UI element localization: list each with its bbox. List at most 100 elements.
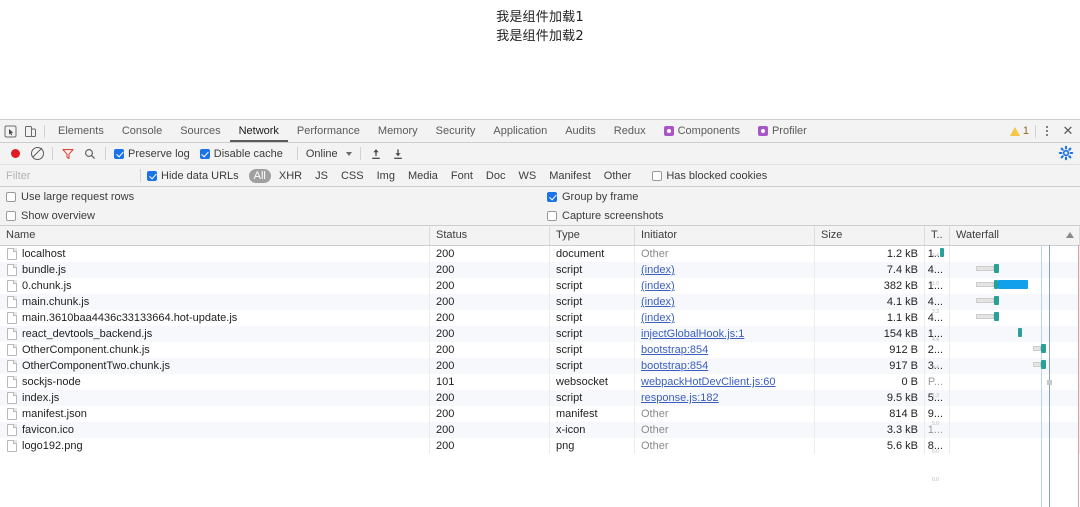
capture-screenshots-checkbox[interactable]: Capture screenshots xyxy=(547,206,664,225)
cell-name[interactable]: react_devtools_backend.js xyxy=(0,326,430,342)
has-blocked-cookies-box[interactable] xyxy=(652,170,663,181)
type-filter-all[interactable]: All xyxy=(248,168,271,183)
cell-name[interactable]: index.js xyxy=(0,390,430,406)
table-row[interactable]: sockjs-node 101 websocket webpackHotDevClie… xyxy=(0,374,1080,390)
cell-initiator[interactable]: injectGlobalHook.js:1 xyxy=(635,326,815,342)
initiator-link[interactable]: (index) xyxy=(641,312,675,324)
table-row[interactable]: OtherComponent.chunk.js 200 script bootstra… xyxy=(0,342,1080,358)
column-header-name[interactable]: Name xyxy=(0,226,430,245)
has-blocked-cookies-checkbox[interactable]: Has blocked cookies xyxy=(652,170,767,182)
table-row[interactable]: main.3610baa4436c33133664.hot-update.js 2… xyxy=(0,310,1080,326)
column-header-initiator[interactable]: Initiator xyxy=(635,226,815,245)
cell-name[interactable]: localhost xyxy=(0,246,430,262)
type-filter-manifest[interactable]: Manifest xyxy=(544,169,596,183)
waterfall-row[interactable] xyxy=(930,357,1080,373)
cell-initiator[interactable]: bootstrap:854 xyxy=(635,342,815,358)
cell-initiator[interactable]: response.js:182 xyxy=(635,390,815,406)
column-header-waterfall[interactable]: Waterfall xyxy=(950,226,1080,245)
table-row[interactable]: logo192.png 200 png Other 5.6 kB 8... xyxy=(0,438,1080,454)
tab-security[interactable]: Security xyxy=(427,121,485,142)
table-row[interactable]: react_devtools_backend.js 200 script inject… xyxy=(0,326,1080,342)
waterfall-row[interactable] xyxy=(930,309,1080,325)
network-settings-gear[interactable] xyxy=(1058,145,1074,161)
clear-button[interactable] xyxy=(26,143,48,164)
export-har-button[interactable] xyxy=(387,143,409,164)
show-overview-checkbox[interactable]: Show overview xyxy=(6,206,134,225)
table-row[interactable]: OtherComponentTwo.chunk.js 200 script boots… xyxy=(0,358,1080,374)
type-filter-doc[interactable]: Doc xyxy=(481,169,511,183)
type-filter-media[interactable]: Media xyxy=(403,169,443,183)
tab-audits[interactable]: Audits xyxy=(556,121,605,142)
waterfall-row[interactable] xyxy=(930,293,1080,309)
table-row[interactable]: localhost 200 document Other 1.2 kB 1... xyxy=(0,246,1080,262)
initiator-link[interactable]: bootstrap:854 xyxy=(641,360,708,372)
table-row[interactable]: 0.chunk.js 200 script (index) 382 kB 1... xyxy=(0,278,1080,294)
table-row[interactable]: main.chunk.js 200 script (index) 4.1 kB 4... xyxy=(0,294,1080,310)
table-row[interactable]: index.js 200 script response.js:182 9.5 kB 5.… xyxy=(0,390,1080,406)
hide-data-urls-box[interactable] xyxy=(147,170,157,181)
hide-data-urls-checkbox[interactable]: Hide data URLs xyxy=(147,170,239,182)
waterfall-row[interactable] xyxy=(930,325,1080,341)
tab-redux[interactable]: Redux xyxy=(605,121,655,142)
record-button[interactable] xyxy=(4,143,26,164)
throttling-dropdown[interactable]: Online xyxy=(302,148,356,160)
type-filter-ws[interactable]: WS xyxy=(513,169,541,183)
table-row[interactable]: manifest.json 200 manifest Other 814 B 9... xyxy=(0,406,1080,422)
tab-performance[interactable]: Performance xyxy=(288,121,369,142)
cell-initiator[interactable]: webpackHotDevClient.js:60 xyxy=(635,374,815,390)
initiator-link[interactable]: bootstrap:854 xyxy=(641,344,708,356)
cell-initiator[interactable]: (index) xyxy=(635,262,815,278)
cell-name[interactable]: main.chunk.js xyxy=(0,294,430,310)
warning-count-chip[interactable]: 1 xyxy=(1006,125,1033,137)
column-header-size[interactable]: Size xyxy=(815,226,925,245)
initiator-link[interactable]: injectGlobalHook.js:1 xyxy=(641,328,744,340)
column-header-status[interactable]: Status xyxy=(430,226,550,245)
capture-screenshots-box[interactable] xyxy=(547,210,557,221)
cell-name[interactable]: favicon.ico xyxy=(0,422,430,438)
cell-initiator[interactable]: bootstrap:854 xyxy=(635,358,815,374)
tab-network[interactable]: Network xyxy=(230,121,288,142)
cell-name[interactable]: OtherComponentTwo.chunk.js xyxy=(0,358,430,374)
inspect-element-icon[interactable] xyxy=(0,121,20,141)
search-button[interactable] xyxy=(79,143,101,164)
use-large-rows-box[interactable] xyxy=(6,191,16,202)
tab-application[interactable]: Application xyxy=(484,121,556,142)
preserve-log-checkbox[interactable]: Preserve log xyxy=(114,148,190,160)
initiator-link[interactable]: webpackHotDevClient.js:60 xyxy=(641,376,776,388)
group-by-frame-checkbox[interactable]: Group by frame xyxy=(547,187,664,206)
waterfall-row[interactable] xyxy=(930,341,1080,357)
type-filter-js[interactable]: JS xyxy=(310,169,333,183)
cell-name[interactable]: OtherComponent.chunk.js xyxy=(0,342,430,358)
waterfall-row[interactable] xyxy=(930,261,1080,277)
cell-name[interactable]: sockjs-node xyxy=(0,374,430,390)
tab-elements[interactable]: Elements xyxy=(49,121,113,142)
initiator-link[interactable]: response.js:182 xyxy=(641,392,719,404)
tab-sources[interactable]: Sources xyxy=(171,121,229,142)
group-by-frame-box[interactable] xyxy=(547,191,557,202)
cell-initiator[interactable]: (index) xyxy=(635,310,815,326)
type-filter-xhr[interactable]: XHR xyxy=(274,169,307,183)
disable-cache-checkbox[interactable]: Disable cache xyxy=(199,148,283,160)
cell-name[interactable]: logo192.png xyxy=(0,438,430,454)
more-options-icon[interactable] xyxy=(1038,122,1056,140)
waterfall-row[interactable] xyxy=(930,277,1080,293)
filter-button[interactable] xyxy=(57,143,79,164)
tab-console[interactable]: Console xyxy=(113,121,171,142)
waterfall-row[interactable] xyxy=(930,245,1080,261)
initiator-link[interactable]: (index) xyxy=(641,264,675,276)
cell-initiator[interactable]: (index) xyxy=(635,294,815,310)
use-large-rows-checkbox[interactable]: Use large request rows xyxy=(6,187,134,206)
cell-name[interactable]: main.3610baa4436c33133664.hot-update.js xyxy=(0,310,430,326)
close-devtools-icon[interactable]: ✕ xyxy=(1058,121,1078,141)
device-toolbar-icon[interactable] xyxy=(20,121,40,141)
type-filter-other[interactable]: Other xyxy=(599,169,637,183)
type-filter-img[interactable]: Img xyxy=(372,169,400,183)
filter-input[interactable] xyxy=(0,168,134,183)
type-filter-css[interactable]: CSS xyxy=(336,169,369,183)
cell-name[interactable]: 0.chunk.js xyxy=(0,278,430,294)
import-har-button[interactable] xyxy=(365,143,387,164)
type-filter-font[interactable]: Font xyxy=(446,169,478,183)
tab-memory[interactable]: Memory xyxy=(369,121,427,142)
disable-cache-box[interactable] xyxy=(199,148,210,159)
show-overview-box[interactable] xyxy=(6,210,16,221)
